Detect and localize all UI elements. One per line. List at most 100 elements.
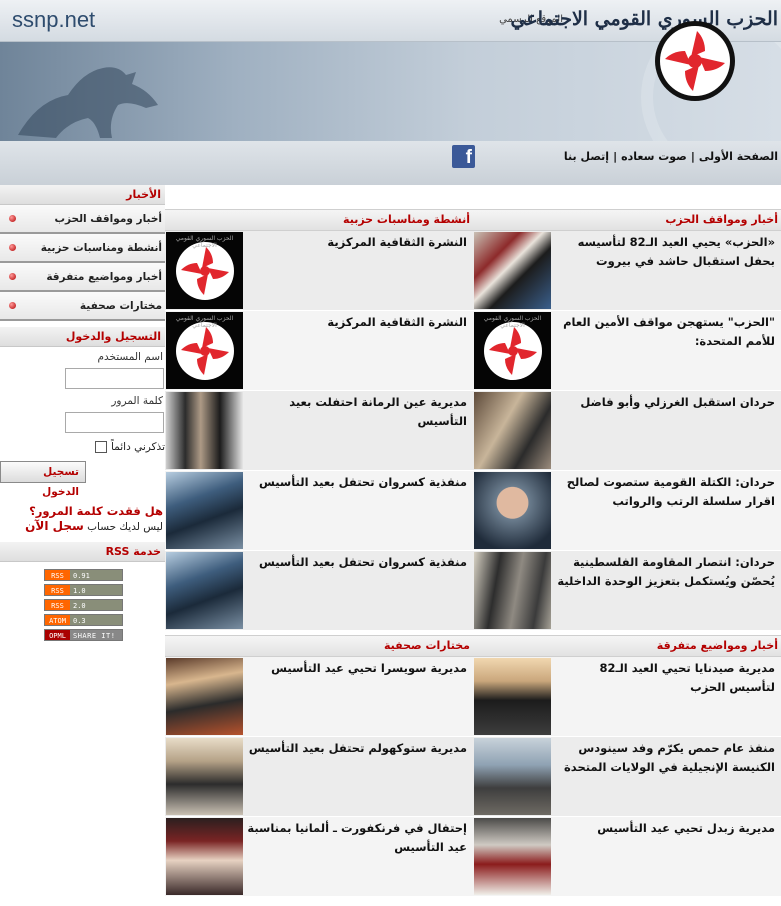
nav-home[interactable]: الصفحة الأولى <box>699 150 778 163</box>
login-form: اسم المستخدم كلمة المرور تذكرني دائماً ت… <box>0 347 165 533</box>
sidebar-item-party-news[interactable]: أخبار ومواقف الحزب <box>0 205 165 234</box>
news-card[interactable]: النشرة الثقافية المركزية الحزب السوري الق… <box>165 231 473 311</box>
news-title-link[interactable]: مديرية زبدل تحيي عيد التأسيس <box>551 817 781 896</box>
facebook-icon[interactable]: f <box>452 145 475 168</box>
news-card[interactable]: مديرية ستوكهولم تحتفل بعيد التأسيس <box>165 737 473 817</box>
news-title-link[interactable]: مديرية عين الرمانة احتفلت بعيد التأسيس <box>243 391 473 470</box>
news-photo-thumbnail[interactable] <box>166 392 243 469</box>
news-title-link[interactable]: مديرية ستوكهولم تحتفل بعيد التأسيس <box>243 737 473 816</box>
news-card[interactable]: حردان: الكتلة القومية ستصوت لصالح اقرار … <box>473 471 781 551</box>
news-photo-thumbnail[interactable] <box>474 232 551 309</box>
remember-checkbox[interactable] <box>94 441 107 453</box>
rss-section-title: خدمة RSS <box>0 542 165 562</box>
news-title-link[interactable]: إحتفال في فرنكفورت ـ ألمانيا بمناسبة عيد… <box>243 817 473 896</box>
no-account-text: ليس لديك حساب <box>87 521 163 533</box>
news-photo-thumbnail[interactable] <box>166 818 243 895</box>
nav-contact[interactable]: إتصل بنا <box>564 150 609 163</box>
sidebar-item-misc-news[interactable]: أخبار ومواضيع متفرقة <box>0 263 165 292</box>
atom-03-badge[interactable]: ATOM 0.3 <box>44 614 123 626</box>
misc-news-title[interactable]: أخبار ومواضيع متفرقة <box>473 636 781 656</box>
news-title-link[interactable]: منفذية كسروان تحتفل بعيد التأسيس <box>243 471 473 550</box>
sidebar-item-party-activities[interactable]: أنشطة ومناسبات حزبية <box>0 234 165 263</box>
rss-20-badge[interactable]: RSS 2.0 <box>44 599 123 611</box>
party-news-column: «الحزب» يحيي العيد الـ82 لتأسيسه بحفل اس… <box>473 231 781 631</box>
news-photo-thumbnail[interactable] <box>166 552 243 629</box>
news-title-link[interactable]: "الحزب" يستهجن مواقف الأمين العام للأمم … <box>551 311 781 390</box>
news-photo-thumbnail[interactable] <box>166 658 243 735</box>
news-card[interactable]: مديرية صيدنايا تحيي العيد الـ82 لتأسيس ا… <box>473 657 781 737</box>
news-photo-thumbnail[interactable] <box>474 552 551 629</box>
opml-share-badge[interactable]: OPML SHARE IT! <box>44 629 123 641</box>
sidebar-item-label: مختارات صحفية <box>79 300 162 312</box>
rss-10-badge[interactable]: RSS 1.0 <box>44 584 123 596</box>
news-card[interactable]: منفذية كسروان تحتفل بعيد التأسيس <box>165 471 473 551</box>
news-title-link[interactable]: منفذ عام حمص يكرّم وفد سينودس الكنيسة ال… <box>551 737 781 816</box>
login-button[interactable]: تسجيل الدخول <box>0 461 86 498</box>
news-thumbnail[interactable]: الحزب السوري القومي الاجتماعي <box>166 312 243 389</box>
news-photo-thumbnail[interactable] <box>474 738 551 815</box>
news-thumbnail[interactable]: الحزب السوري القومي الاجتماعي <box>166 232 243 309</box>
news-title-link[interactable]: حردان استقبل الغرزلي وأبو فاضل <box>551 391 781 470</box>
section-rows: مديرية صيدنايا تحيي العيد الـ82 لتأسيس ا… <box>165 657 781 897</box>
badge-type: RSS <box>45 570 70 580</box>
login-section-title: التسجيل والدخول <box>0 327 165 347</box>
news-photo-thumbnail[interactable] <box>474 472 551 549</box>
misc-news-section: أخبار ومواضيع متفرقة مختارات صحفية مديري… <box>165 635 781 897</box>
nav-separator: | <box>613 150 618 163</box>
news-title-link[interactable]: حردان: انتصار المقاومة الفلسطينية يُحصّن… <box>551 551 781 630</box>
news-photo-thumbnail[interactable] <box>166 472 243 549</box>
sidebar-item-label: أخبار ومواقف الحزب <box>54 213 162 225</box>
news-title-link[interactable]: النشرة الثقافية المركزية <box>243 311 473 390</box>
password-input[interactable] <box>65 412 164 433</box>
party-logo-icon[interactable] <box>654 20 736 102</box>
username-label: اسم المستخدم <box>97 351 163 363</box>
party-logo-icon <box>483 321 542 380</box>
bullet-icon <box>9 215 16 222</box>
news-card[interactable]: "الحزب" يستهجن مواقف الأمين العام للأمم … <box>473 311 781 391</box>
news-title-link[interactable]: النشرة الثقافية المركزية <box>243 231 473 310</box>
news-title-link[interactable]: حردان: الكتلة القومية ستصوت لصالح اقرار … <box>551 471 781 550</box>
news-photo-thumbnail[interactable] <box>166 738 243 815</box>
news-thumbnail[interactable]: الحزب السوري القومي الاجتماعي <box>474 312 551 389</box>
remember-me[interactable]: تذكرني دائماً <box>0 439 165 455</box>
badge-type: ATOM <box>45 615 70 625</box>
news-card[interactable]: مديرية عين الرمانة احتفلت بعيد التأسيس <box>165 391 473 471</box>
register-link[interactable]: سجل الآن <box>25 519 84 533</box>
password-label: كلمة المرور <box>111 395 163 407</box>
news-card[interactable]: مديرية سويسرا تحيي عيد التأسيس <box>165 657 473 737</box>
news-section-title: الأخبار <box>0 185 165 205</box>
news-card[interactable]: حردان: انتصار المقاومة الفلسطينية يُحصّن… <box>473 551 781 631</box>
news-photo-thumbnail[interactable] <box>474 818 551 895</box>
badge-version: 2.0 <box>70 600 122 610</box>
press-title[interactable]: مختارات صحفية <box>165 636 473 656</box>
news-card[interactable]: حردان استقبل الغرزلي وأبو فاضل <box>473 391 781 471</box>
news-card[interactable]: «الحزب» يحيي العيد الـ82 لتأسيسه بحفل اس… <box>473 231 781 311</box>
news-title-link[interactable]: مديرية سويسرا تحيي عيد التأسيس <box>243 657 473 736</box>
news-card[interactable]: مديرية زبدل تحيي عيد التأسيس <box>473 817 781 897</box>
news-card[interactable]: منفذ عام حمص يكرّم وفد سينودس الكنيسة ال… <box>473 737 781 817</box>
sidebar-item-press[interactable]: مختارات صحفية <box>0 292 165 321</box>
party-name[interactable]: الحزب السوري القومي الاجتماعي <box>511 8 779 30</box>
main-navigation: الصفحة الأولى | صوت سعاده | إتصل بنا <box>0 141 781 185</box>
news-card[interactable]: إحتفال في فرنكفورت ـ ألمانيا بمناسبة عيد… <box>165 817 473 897</box>
news-title-link[interactable]: منفذية كسروان تحتفل بعيد التأسيس <box>243 551 473 630</box>
bullet-icon <box>9 273 16 280</box>
news-photo-thumbnail[interactable] <box>474 658 551 735</box>
thumb-caption: الحزب السوري القومي الاجتماعي <box>175 235 234 249</box>
party-activities-title[interactable]: أنشطة ومناسبات حزبية <box>165 210 473 230</box>
rss-091-badge[interactable]: RSS 0.91 <box>44 569 123 581</box>
news-card[interactable]: النشرة الثقافية المركزية الحزب السوري الق… <box>165 311 473 391</box>
nav-saadeh-voice[interactable]: صوت سعاده <box>621 150 687 163</box>
news-title-link[interactable]: «الحزب» يحيي العيد الـ82 لتأسيسه بحفل اس… <box>551 231 781 310</box>
no-account-line: ليس لديك حساب سجل الآن <box>0 519 165 533</box>
site-domain[interactable]: ssnp.net <box>12 7 95 33</box>
forgot-password-link[interactable]: هل فقدت كلمة المرور؟ <box>0 504 165 518</box>
news-title-link[interactable]: مديرية صيدنايا تحيي العيد الـ82 لتأسيس ا… <box>551 657 781 736</box>
username-input[interactable] <box>65 368 164 389</box>
news-photo-thumbnail[interactable] <box>474 392 551 469</box>
press-column: مديرية سويسرا تحيي عيد التأسيس مديرية ستو… <box>165 657 473 897</box>
news-card[interactable]: منفذية كسروان تحتفل بعيد التأسيس <box>165 551 473 631</box>
horse-silhouette-icon <box>18 67 158 138</box>
party-news-title[interactable]: أخبار ومواقف الحزب <box>473 210 781 230</box>
badge-type: RSS <box>45 585 70 595</box>
